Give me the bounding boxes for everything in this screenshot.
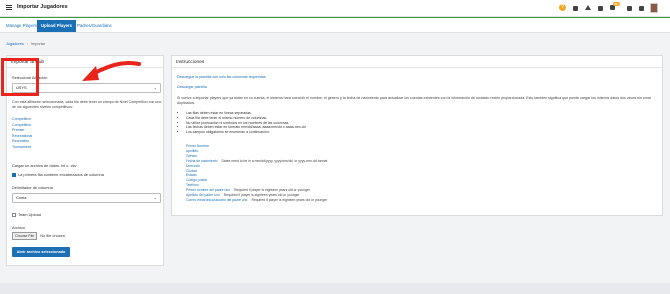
download-template-link[interactable]: Descargar plantilla bbox=[177, 85, 207, 91]
instructions-paragraph: Si vuelve a importar players que ya está… bbox=[177, 96, 652, 105]
instructions-panel: Instrucciones Descargue la plantilla con… bbox=[171, 55, 663, 216]
instructions-title: Instrucciones bbox=[172, 56, 662, 68]
download-required-template-link[interactable]: Descargue la plantilla con solo las colu… bbox=[177, 75, 266, 81]
column-row: Correo electrónico/usuario del padre uno… bbox=[186, 197, 328, 202]
footer-bar bbox=[0, 283, 670, 294]
column-row: Fecha de nacimiento Dates need to be in a… bbox=[186, 158, 328, 163]
rules-list: Las filas deben estar en líneas separada… bbox=[177, 111, 306, 135]
rule-item: Los campos obligatorios se enumeran a co… bbox=[186, 130, 306, 135]
required-columns-list: Primer Nombre Apellido Género Fecha de n… bbox=[186, 144, 327, 203]
